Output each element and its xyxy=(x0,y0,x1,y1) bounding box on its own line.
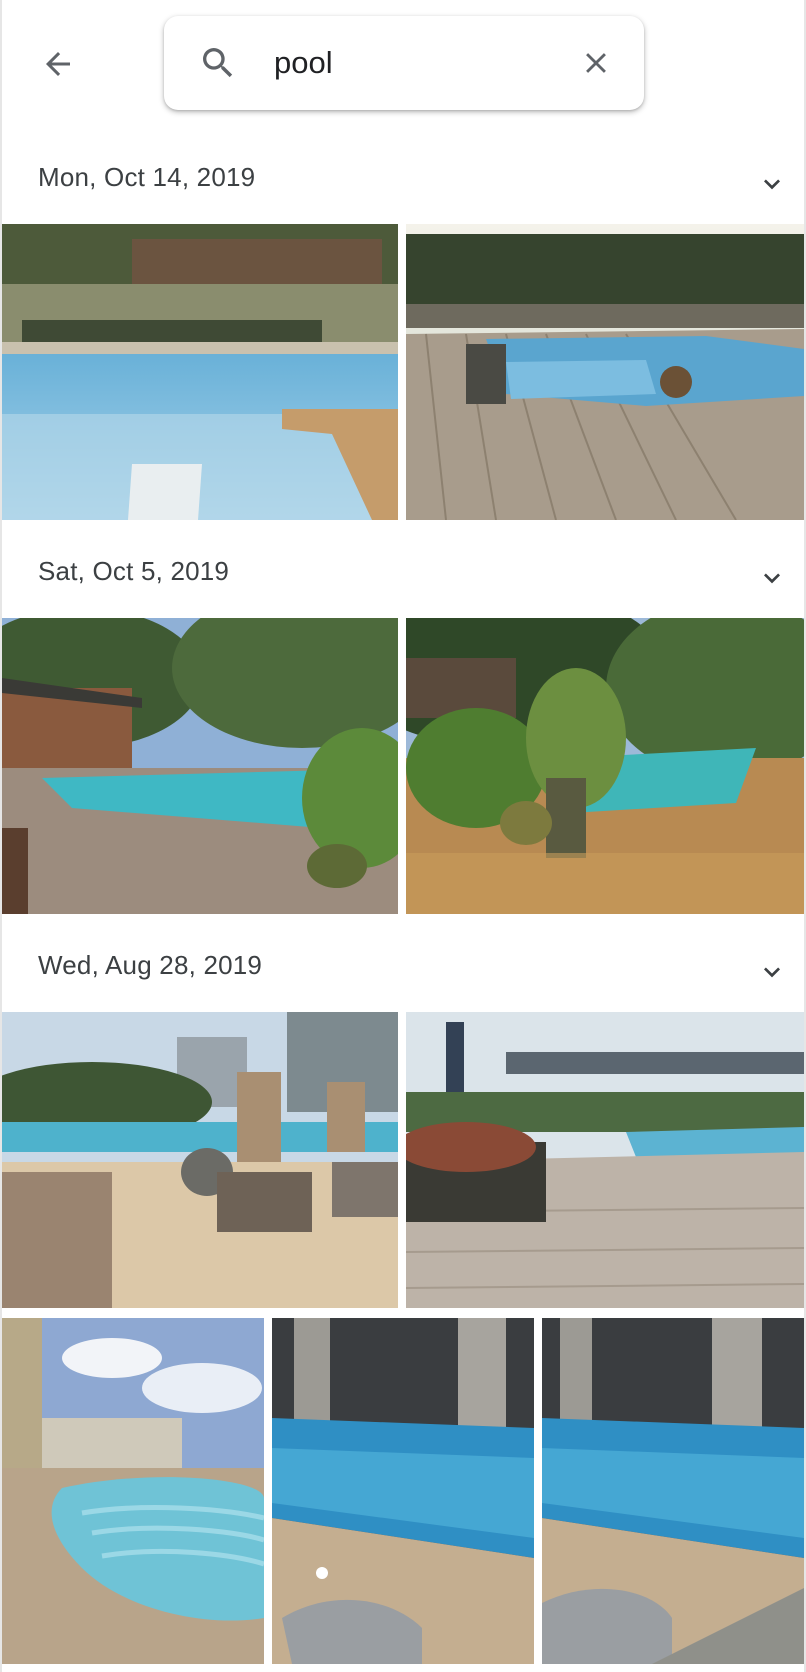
pool-photo-image xyxy=(2,224,398,520)
clear-search-button[interactable] xyxy=(574,41,618,85)
date-label: Wed, Aug 28, 2019 xyxy=(38,950,263,980)
chevron-down-icon xyxy=(764,967,780,978)
photo-thumbnail[interactable] xyxy=(2,1318,264,1664)
arrow-left-icon xyxy=(46,52,70,76)
close-icon xyxy=(586,53,606,73)
pool-photo-image xyxy=(406,224,804,520)
date-section-header: Wed, Aug 28, 2019 xyxy=(2,924,804,1004)
pool-photo-image xyxy=(2,1318,264,1664)
pool-photo-image xyxy=(406,618,804,914)
photo-thumbnail[interactable] xyxy=(406,1012,804,1308)
photo-thumbnail[interactable] xyxy=(542,1318,804,1664)
chevron-down-icon xyxy=(764,573,780,584)
date-section-header: Mon, Oct 14, 2019 xyxy=(2,136,804,216)
pool-photo-image xyxy=(406,1012,804,1308)
pool-photo-image xyxy=(542,1318,804,1664)
back-button[interactable] xyxy=(28,34,88,94)
photo-thumbnail[interactable] xyxy=(2,618,398,914)
chevron-down-icon xyxy=(764,179,780,190)
date-label: Sat, Oct 5, 2019 xyxy=(38,556,230,586)
photo-thumbnail[interactable] xyxy=(272,1318,534,1664)
photo-thumbnail[interactable] xyxy=(406,224,804,520)
photo-thumbnail[interactable] xyxy=(2,224,398,520)
date-label: Mon, Oct 14, 2019 xyxy=(38,162,256,192)
search-bar xyxy=(164,16,644,110)
section-expand-toggle[interactable] xyxy=(754,166,790,202)
pool-photo-image xyxy=(2,618,398,914)
section-expand-toggle[interactable] xyxy=(754,560,790,596)
search-input[interactable] xyxy=(274,36,574,90)
date-section-header: Sat, Oct 5, 2019 xyxy=(2,530,804,610)
photo-thumbnail[interactable] xyxy=(2,1012,398,1308)
search-icon xyxy=(203,48,233,78)
photos-search-results-screen: Mon, Oct 14, 2019 xyxy=(0,0,806,1672)
pool-photo-image xyxy=(272,1318,534,1664)
pool-photo-image xyxy=(2,1012,398,1308)
section-expand-toggle[interactable] xyxy=(754,954,790,990)
photo-thumbnail[interactable] xyxy=(406,618,804,914)
